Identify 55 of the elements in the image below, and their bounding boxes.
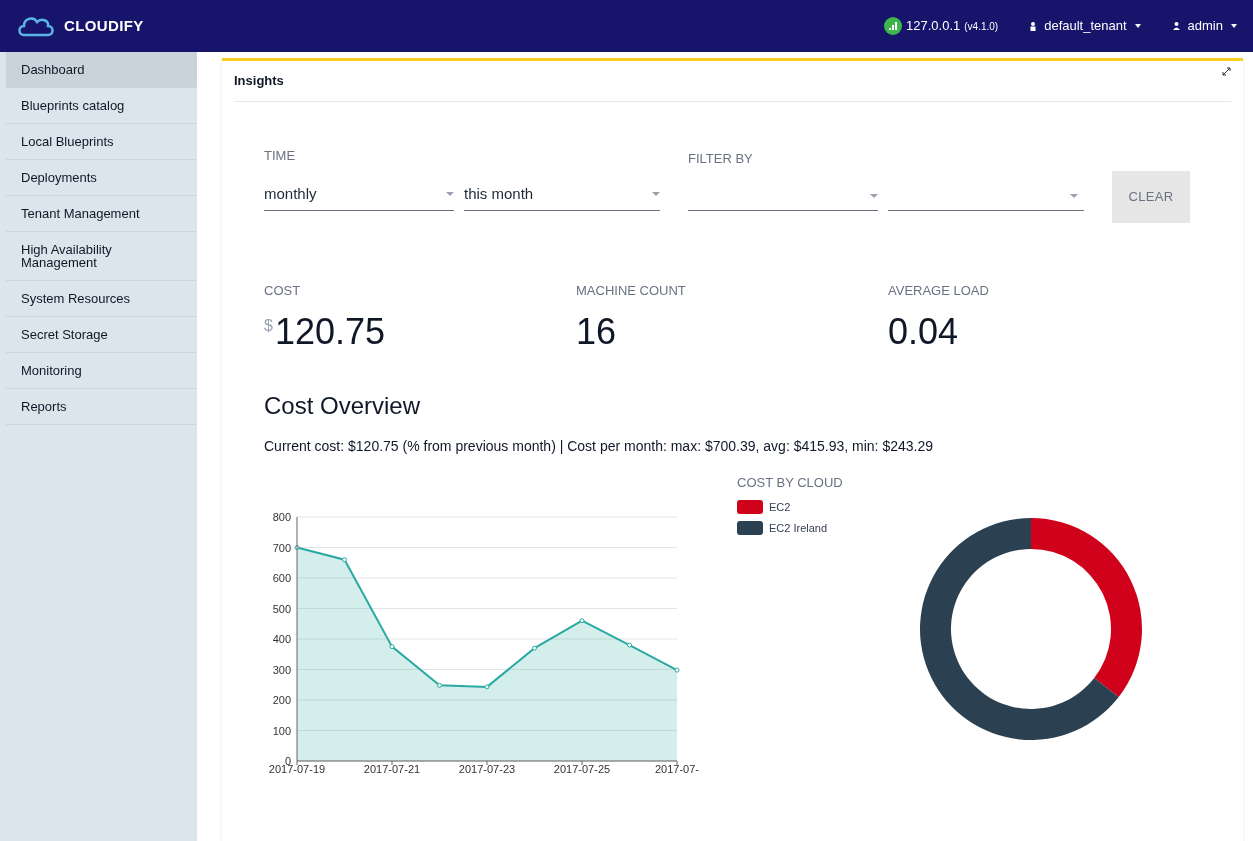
cost-summary: Current cost: $120.75 (% from previous month) | Cost per month: max: $700.39, avg: $415.93, min: $243.29 <box>264 437 934 456</box>
brand-name: CLOUDIFY <box>64 15 144 36</box>
sidebar-item[interactable]: Tenant Management <box>6 196 197 232</box>
axis-label: 100 <box>272 724 291 737</box>
metric-label: MACHINE COUNT <box>576 281 687 300</box>
section-heading: Cost Overview <box>264 391 422 421</box>
sidebar-item[interactable]: Deployments <box>6 160 197 196</box>
metric-label: AVERAGE LOAD <box>888 281 990 300</box>
metric-value: 120.75 <box>274 314 385 350</box>
caret-icon <box>446 192 454 197</box>
currency-sign: $ <box>264 316 273 336</box>
axis-label: 2017-07-25 <box>553 763 611 773</box>
tenant-dropdown[interactable]: default_tenant <box>1030 16 1141 36</box>
person-icon <box>1172 22 1180 30</box>
metric-value: 0.04 <box>888 314 959 350</box>
axis-label: 2017-07- <box>655 763 699 773</box>
sidebar-item[interactable]: Monitoring <box>6 353 197 389</box>
legend-label: EC2 Ireland <box>769 521 828 536</box>
person-icon <box>1030 21 1037 31</box>
metric-label: COST <box>264 281 302 300</box>
axis-label: 400 <box>272 633 291 645</box>
legend-label: EC2 <box>769 499 791 515</box>
legend-title: COST BY CLOUD <box>737 474 843 492</box>
axis-label: 200 <box>272 694 291 706</box>
metric-value: 16 <box>576 314 617 350</box>
axis-label: 800 <box>272 511 291 523</box>
axis-label: 600 <box>272 572 291 584</box>
caret-icon <box>870 194 878 198</box>
axis-label: 500 <box>272 602 291 615</box>
caret-icon <box>1134 24 1141 28</box>
sidebar-item[interactable]: Reports <box>6 389 197 425</box>
server-version: (v4.1.0) <box>964 19 999 34</box>
caret-icon <box>1070 194 1078 198</box>
range-dropdown[interactable]: this month <box>464 183 660 211</box>
axis-label: 2017-07-23 <box>458 763 516 773</box>
sidebar-item[interactable]: Secret Storage <box>6 317 197 353</box>
period-dropdown[interactable]: monthly <box>264 183 454 211</box>
sidebar-item[interactable]: High Availability Management <box>6 232 197 281</box>
sidebar-item[interactable]: System Resources <box>6 281 197 317</box>
axis-label: 700 <box>272 541 291 554</box>
widget-title: Insights <box>234 72 284 90</box>
caret-icon <box>1231 24 1237 28</box>
field-label: FILTER BY <box>688 150 754 168</box>
server-address: 127.0.0.1 <box>906 17 961 36</box>
user-dropdown[interactable]: admin <box>1172 16 1237 36</box>
sidebar-item[interactable]: Dashboard <box>6 52 197 88</box>
status-icon <box>884 17 903 35</box>
field-label: TIME <box>264 146 297 165</box>
axis-label: 2017-07-21 <box>363 763 421 773</box>
expand-icon[interactable] <box>1222 67 1231 76</box>
axis-label: 300 <box>272 663 291 676</box>
sidebar-item[interactable]: Blueprints catalog <box>6 88 197 124</box>
sidebar-item[interactable]: Local Blueprints <box>6 124 197 160</box>
clear-button[interactable]: CLEAR <box>1112 170 1190 223</box>
caret-icon <box>652 192 660 197</box>
